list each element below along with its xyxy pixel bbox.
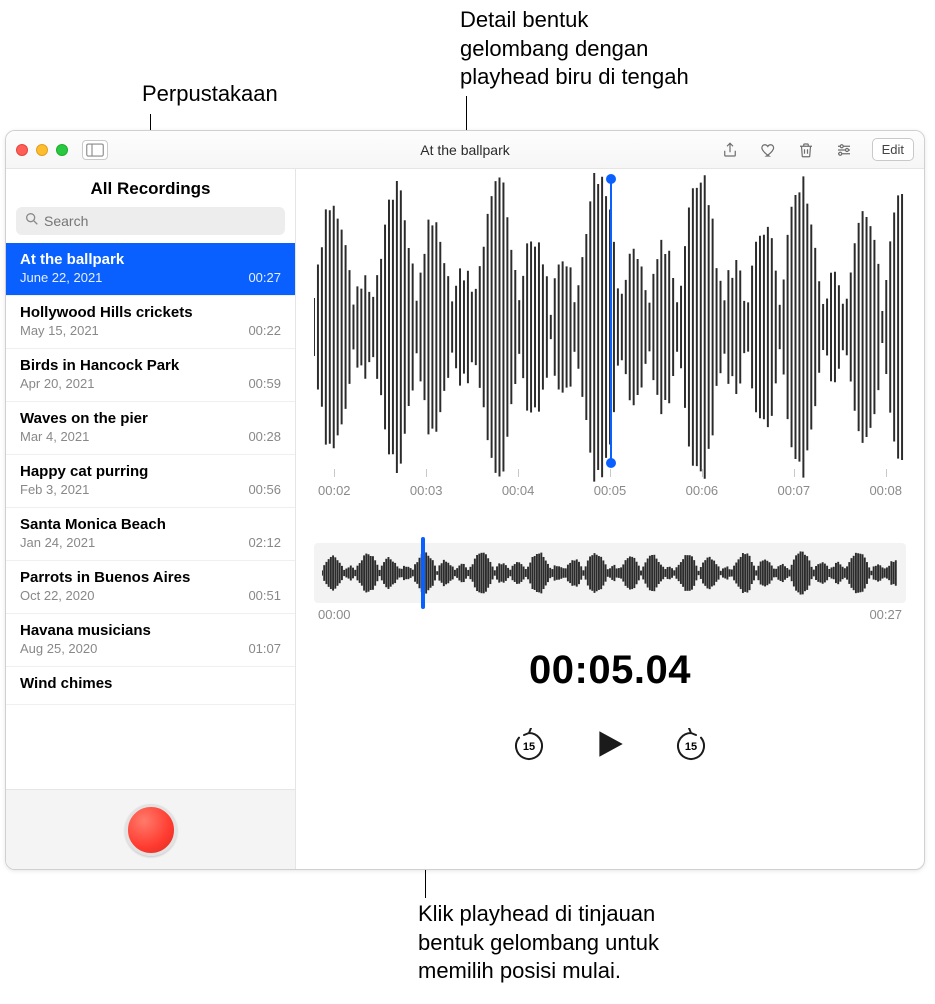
- recording-item[interactable]: Hollywood Hills crickets May 15, 2021 00:2…: [6, 296, 295, 349]
- skip-back-button[interactable]: 15: [511, 728, 547, 764]
- play-icon: [593, 727, 627, 761]
- recording-date: Feb 3, 2021: [20, 482, 89, 497]
- recording-item[interactable]: Birds in Hancock Park Apr 20, 2021 00:59: [6, 349, 295, 402]
- time-ruler: 00:0200:0300:0400:0500:0600:0700:08: [314, 469, 906, 503]
- recording-title: Happy cat purring: [20, 463, 281, 480]
- recording-duration: 01:07: [248, 641, 281, 656]
- skip-forward-button[interactable]: 15: [673, 728, 709, 764]
- tick-label: 00:08: [869, 483, 902, 517]
- recording-title: Hollywood Hills crickets: [20, 304, 281, 321]
- titlebar: At the ballpark Edit: [6, 131, 924, 169]
- recording-date: June 22, 2021: [20, 270, 102, 285]
- skip-back-amount: 15: [511, 728, 547, 764]
- tick-label: 00:05: [594, 483, 627, 517]
- playhead-overview[interactable]: [421, 537, 425, 609]
- sidebar-footer: [6, 789, 295, 869]
- share-button[interactable]: [720, 140, 740, 160]
- recordings-list: At the ballpark June 22, 2021 00:27 Hollywo…: [6, 243, 295, 789]
- app-window: At the ballpark Edit All Recordings: [5, 130, 925, 870]
- recording-title: Parrots in Buenos Aires: [20, 569, 281, 586]
- recording-duration: 00:22: [248, 323, 281, 338]
- tick-label: 00:02: [318, 483, 351, 517]
- recording-title: Waves on the pier: [20, 410, 281, 427]
- recording-duration: 00:27: [248, 270, 281, 285]
- detail-pane: 00:0200:0300:0400:0500:0600:0700:08 00:0…: [296, 169, 924, 869]
- edit-button[interactable]: Edit: [872, 138, 914, 161]
- waveform-detail[interactable]: 00:0200:0300:0400:0500:0600:0700:08: [314, 173, 906, 503]
- overview-start-time: 00:00: [318, 607, 351, 622]
- recording-title: At the ballpark: [20, 251, 281, 268]
- playback-controls: 15 15: [314, 727, 906, 764]
- window-controls: [16, 144, 68, 156]
- tick-label: 00:07: [778, 483, 811, 517]
- recording-item[interactable]: At the ballpark June 22, 2021 00:27: [6, 243, 295, 296]
- recording-title: Havana musicians: [20, 622, 281, 639]
- recording-duration: 00:51: [248, 588, 281, 603]
- share-icon: [721, 141, 739, 159]
- trash-icon: [797, 141, 815, 159]
- recording-date: May 15, 2021: [20, 323, 99, 338]
- recording-title: Santa Monica Beach: [20, 516, 281, 533]
- recording-duration: 00:28: [248, 429, 281, 444]
- sidebar-icon: [86, 143, 104, 157]
- tick-label: 00:04: [502, 483, 535, 517]
- recording-item[interactable]: Santa Monica Beach Jan 24, 2021 02:12: [6, 508, 295, 561]
- tick-label: 00:06: [686, 483, 719, 517]
- sidebar-header: All Recordings: [6, 169, 295, 207]
- recording-item[interactable]: Happy cat purring Feb 3, 2021 00:56: [6, 455, 295, 508]
- recording-date: Jan 24, 2021: [20, 535, 95, 550]
- sliders-icon: [835, 141, 853, 159]
- waveform-overview[interactable]: [314, 543, 906, 603]
- minimize-window-button[interactable]: [36, 144, 48, 156]
- options-button[interactable]: [834, 140, 854, 160]
- search-input[interactable]: [16, 207, 285, 235]
- recording-date: Oct 22, 2020: [20, 588, 94, 603]
- recording-date: Mar 4, 2021: [20, 429, 89, 444]
- tick-label: 00:03: [410, 483, 443, 517]
- maximize-window-button[interactable]: [56, 144, 68, 156]
- recording-item[interactable]: Parrots in Buenos Aires Oct 22, 2020 00:51: [6, 561, 295, 614]
- play-button[interactable]: [593, 727, 627, 764]
- current-time-display: 00:05.04: [314, 648, 906, 693]
- recording-item[interactable]: Havana musicians Aug 25, 2020 01:07: [6, 614, 295, 667]
- recording-date: Apr 20, 2021: [20, 376, 94, 391]
- recording-title: Birds in Hancock Park: [20, 357, 281, 374]
- delete-button[interactable]: [796, 140, 816, 160]
- record-button[interactable]: [125, 804, 177, 856]
- recording-item[interactable]: Wind chimes: [6, 667, 295, 705]
- search-icon: [24, 211, 40, 230]
- skip-forward-amount: 15: [673, 728, 709, 764]
- callout-overview-hint: Klik playhead di tinjauan bentuk gelomba…: [418, 900, 659, 986]
- recording-item[interactable]: Waves on the pier Mar 4, 2021 00:28: [6, 402, 295, 455]
- callout-library: Perpustakaan: [142, 80, 278, 109]
- recording-title: Wind chimes: [20, 675, 281, 692]
- toggle-sidebar-button[interactable]: [82, 140, 108, 160]
- recording-duration: 02:12: [248, 535, 281, 550]
- favorite-button[interactable]: [758, 140, 778, 160]
- playhead-detail[interactable]: [610, 179, 612, 463]
- recording-duration: 00:56: [248, 482, 281, 497]
- callout-waveform-detail: Detail bentuk gelombang dengan playhead …: [460, 6, 689, 92]
- overview-end-time: 00:27: [869, 607, 902, 622]
- overview-graphic: [322, 549, 898, 597]
- recording-duration: 00:59: [248, 376, 281, 391]
- sidebar: All Recordings At the ballpark June 22, 2…: [6, 169, 296, 869]
- heart-icon: [759, 141, 777, 159]
- recording-date: Aug 25, 2020: [20, 641, 97, 656]
- close-window-button[interactable]: [16, 144, 28, 156]
